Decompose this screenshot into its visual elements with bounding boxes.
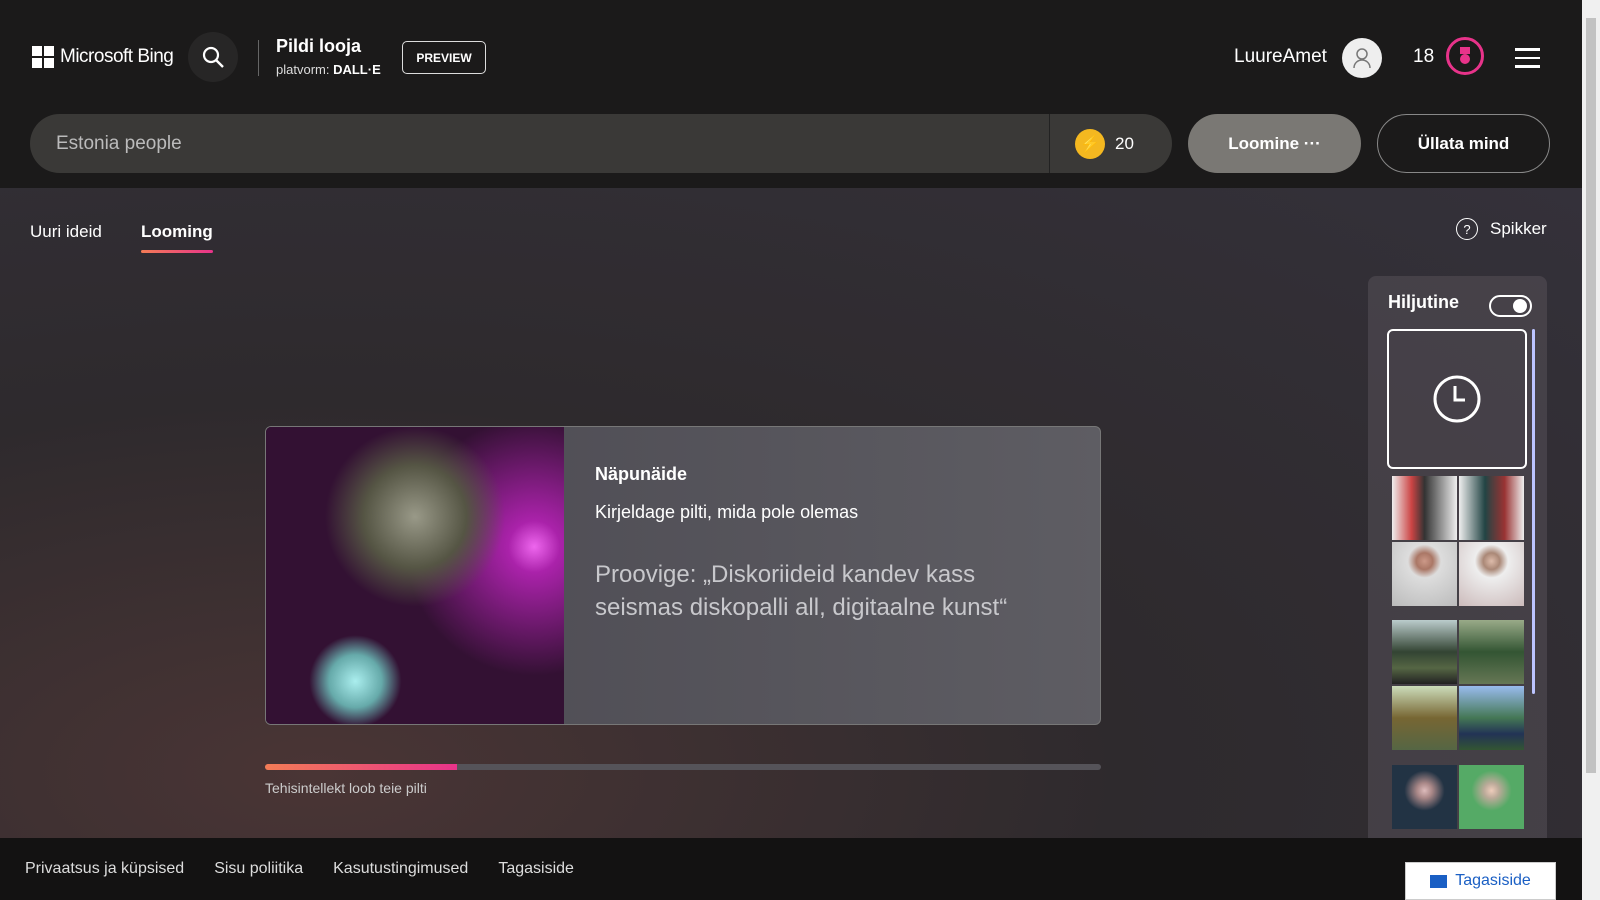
tip-description: Kirjeldage pilti, mida pole olemas	[595, 502, 859, 522]
avatar[interactable]	[1342, 38, 1382, 78]
create-label: Loomine	[1228, 133, 1300, 153]
pending-creation[interactable]	[1387, 329, 1527, 469]
footer: Privaatsus ja küpsised Sisu poliitika Ka…	[0, 838, 1582, 900]
prompt-input[interactable]	[30, 132, 1049, 155]
chat-icon	[1430, 874, 1448, 888]
clock-icon	[1433, 375, 1481, 423]
feedback-label: Tagasiside	[1455, 872, 1531, 889]
help-link[interactable]: ? Spikker	[1456, 218, 1547, 240]
footer-link-feedback[interactable]: Tagasiside	[498, 860, 574, 878]
help-icon: ?	[1456, 218, 1478, 240]
hamburger-menu-icon[interactable]	[1515, 48, 1540, 74]
footer-link-privacy[interactable]: Privaatsus ja küpsised	[25, 860, 184, 878]
divider	[258, 40, 259, 76]
user-icon	[1353, 48, 1371, 69]
page-scrollbar[interactable]	[1582, 0, 1600, 900]
page-title: Pildi looja	[276, 36, 362, 56]
tab-explore[interactable]: Uuri ideid	[30, 222, 102, 242]
tip-example-image	[266, 427, 564, 724]
platform-name: DALL·E	[333, 62, 381, 77]
feedback-button[interactable]: Tagasiside	[1405, 862, 1556, 900]
header: Microsoft Bing Pildi looja platvorm: DAL…	[0, 0, 1582, 188]
trophy-icon[interactable]	[1446, 37, 1484, 75]
platform-prefix: platvorm:	[276, 62, 330, 77]
recent-panel: Hiljutine	[1368, 276, 1547, 846]
progress-fill	[265, 764, 458, 770]
main-area: Uuri ideid Looming ? Spikker Näpunäide Ki…	[0, 188, 1582, 846]
recent-title: Hiljutine	[1388, 292, 1459, 312]
bing-logo[interactable]: Microsoft Bing	[32, 46, 174, 68]
search-button[interactable]	[188, 32, 238, 82]
create-button[interactable]: Loomine ···	[1188, 114, 1361, 173]
footer-link-terms[interactable]: Kasutustingimused	[333, 860, 468, 878]
boosts-counter[interactable]: ⚡ 20	[1049, 114, 1172, 173]
progress-label: Tehisintellekt loob teie pilti	[265, 780, 427, 796]
lightning-icon: ⚡	[1075, 128, 1105, 159]
platform-label: platvorm: DALL·E	[276, 62, 381, 77]
recent-set-1[interactable]	[1392, 476, 1524, 606]
username[interactable]: LuureAmet	[1234, 46, 1327, 68]
tab-creations[interactable]: Looming	[141, 222, 213, 253]
prompt-bar: ⚡ 20	[30, 114, 1172, 173]
brand-name: Microsoft Bing	[60, 46, 174, 67]
preview-badge: PREVIEW	[402, 41, 486, 74]
recent-set-2[interactable]	[1392, 620, 1524, 750]
recent-toggle[interactable]	[1489, 295, 1532, 317]
rewards-count[interactable]: 18	[1413, 46, 1434, 68]
surprise-me-button[interactable]: Üllata mind	[1377, 114, 1550, 173]
tip-card: Näpunäide Kirjeldage pilti, mida pole ol…	[265, 426, 1101, 725]
boosts-count: 20	[1115, 133, 1134, 153]
tip-example: Proovige: „Diskoriideid kandev kass seis…	[595, 561, 1008, 621]
recent-set-3[interactable]	[1392, 765, 1524, 829]
progress-bar	[265, 764, 1101, 770]
help-label: Spikker	[1490, 219, 1547, 238]
panel-scrollbar[interactable]	[1532, 329, 1535, 694]
footer-link-content-policy[interactable]: Sisu poliitika	[214, 860, 303, 878]
search-icon	[202, 46, 224, 68]
tip-title: Näpunäide	[595, 464, 688, 484]
loading-dots: ···	[1303, 133, 1321, 153]
windows-icon	[32, 46, 54, 68]
